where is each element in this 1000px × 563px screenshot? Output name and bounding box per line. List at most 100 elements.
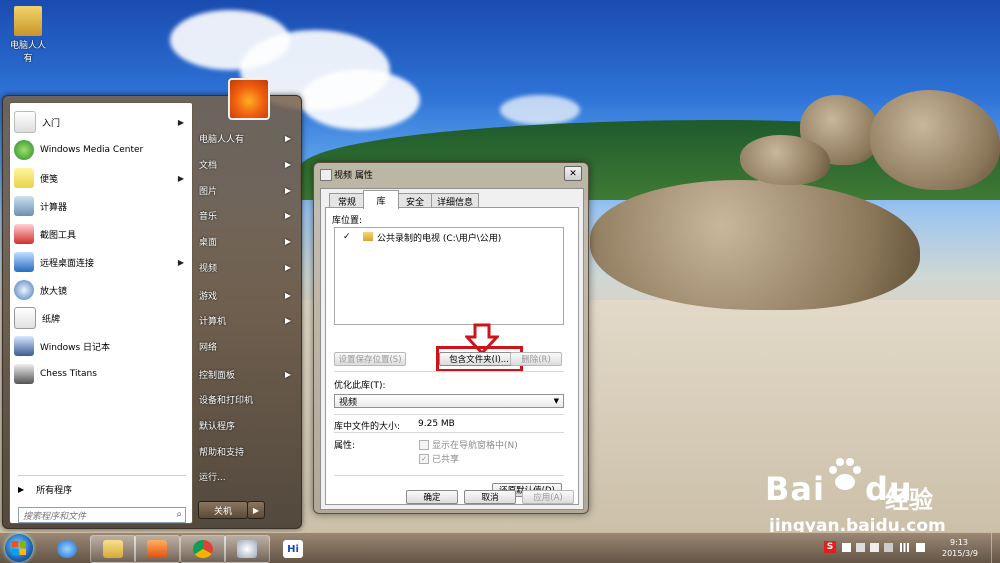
sm-item-label: 计算器 [40, 202, 68, 213]
folder-icon [363, 232, 373, 241]
sm-item-journal[interactable]: Windows 日记本 [14, 333, 188, 359]
library-size-label: 库中文件的大小: [334, 422, 401, 432]
sm-item-media-center[interactable]: Windows Media Center [14, 137, 188, 163]
shared-checkbox[interactable]: ✓ [419, 454, 429, 464]
divider [334, 432, 564, 433]
library-locations-list[interactable]: ✓ 公共录制的电视 (C:\用户\公用) [334, 227, 564, 355]
taskbar-chrome[interactable] [180, 535, 226, 563]
sm-right-label: 音乐 [199, 211, 218, 222]
sm-item-magnifier[interactable]: 放大镜 [14, 277, 188, 303]
submenu-arrow-icon: ▶ [177, 173, 184, 183]
tab-details[interactable]: 详细信息 [431, 193, 479, 208]
tab-general[interactable]: 常规 [329, 193, 365, 208]
sm-item-label: 远程桌面连接 [40, 258, 95, 269]
search-input[interactable]: 搜索程序和文件 ⌕ [18, 507, 186, 523]
hi-app-icon: Hi [283, 540, 303, 558]
show-in-nav-label: 显示在导航窗格中(N) [432, 441, 518, 451]
sm-item-chess-titans[interactable]: Chess Titans [14, 361, 188, 387]
desktop-icon-label: 电脑人人有 [9, 41, 46, 64]
sm-item-calculator[interactable]: 计算器 [14, 193, 188, 219]
sm-item-label: 截图工具 [40, 230, 77, 241]
sm-right-run[interactable]: 运行... [199, 464, 299, 488]
clock-time[interactable]: 9:13 [950, 538, 968, 547]
journal-icon [14, 336, 34, 356]
cancel-button[interactable]: 取消 [464, 490, 516, 504]
volume-icon[interactable] [916, 543, 925, 552]
shutdown-options-button[interactable]: ▶ [247, 501, 265, 519]
sm-right-control-panel[interactable]: 控制面板 ▶ [199, 362, 299, 386]
sm-right-help-support[interactable]: 帮助和支持 [199, 439, 299, 463]
sm-right-label: 游戏 [199, 291, 218, 302]
sticky-notes-icon [14, 168, 34, 188]
sogou-input-icon[interactable]: S [824, 541, 836, 553]
start-button[interactable] [5, 534, 33, 562]
start-menu: 入门 ▶ Windows Media Center 便笺 ▶ 计算器 截图工具 … [2, 78, 302, 529]
network-signal-icon[interactable] [900, 543, 909, 552]
tray-icon[interactable] [870, 543, 879, 552]
sm-right-desktop[interactable]: 桌面 ▶ [199, 229, 299, 253]
optimize-label: 优化此库(T): [334, 381, 386, 391]
taskbar-hi-app[interactable]: Hi [270, 535, 316, 563]
submenu-arrow-icon: ▶ [284, 133, 291, 143]
sm-right-computer[interactable]: 计算机 ▶ [199, 308, 299, 332]
taskbar-internet-explorer[interactable] [44, 535, 90, 563]
sm-right-devices-printers[interactable]: 设备和打印机 [199, 387, 299, 411]
sm-right-label: 运行... [199, 472, 226, 483]
taskbar-explorer[interactable] [90, 535, 136, 563]
sm-all-programs[interactable]: ▶ 所有程序 [14, 479, 188, 499]
sm-right-label: 控制面板 [199, 370, 236, 381]
sm-item-getting-started[interactable]: 入门 ▶ [14, 109, 188, 135]
divider [334, 414, 564, 415]
flag-icon[interactable] [884, 543, 893, 552]
sm-item-remote-desktop[interactable]: 远程桌面连接 ▶ [14, 249, 188, 275]
sm-right-label: 设备和打印机 [199, 395, 254, 406]
sm-right-videos[interactable]: 视频 ▶ [199, 255, 299, 279]
optimize-library-select[interactable]: 视频 ▼ [334, 394, 564, 408]
solitaire-icon [14, 307, 36, 329]
sm-right-user-folder[interactable]: 电脑人人有 ▶ [199, 126, 299, 150]
show-desktop-button[interactable] [991, 533, 1000, 563]
sm-item-label: 纸牌 [42, 314, 61, 325]
sm-item-sticky-notes[interactable]: 便笺 ▶ [14, 165, 188, 191]
taskbar-media-player[interactable] [134, 535, 180, 563]
desktop-icon-computer-user[interactable]: 电脑人人有 [6, 6, 50, 64]
divider [334, 475, 564, 476]
taskbar-paint[interactable] [224, 535, 270, 563]
sm-right-label: 视频 [199, 263, 218, 274]
sm-right-music[interactable]: 音乐 ▶ [199, 203, 299, 227]
clock-date[interactable]: 2015/3/9 [942, 549, 978, 558]
remove-button[interactable]: 删除(R) [510, 352, 562, 366]
submenu-arrow-icon: ▶ [177, 257, 184, 267]
sm-right-games[interactable]: 游戏 ▶ [199, 283, 299, 307]
sm-item-label: 便笺 [40, 174, 59, 185]
tab-library[interactable]: 库 [363, 190, 399, 209]
magnifier-icon [14, 280, 34, 300]
tab-security[interactable]: 安全 [397, 193, 433, 208]
sm-right-default-programs[interactable]: 默认程序 [199, 413, 299, 437]
sm-right-label: 桌面 [199, 237, 218, 248]
sm-item-snipping-tool[interactable]: 截图工具 [14, 221, 188, 247]
apply-button[interactable]: 应用(A) [522, 490, 574, 504]
submenu-arrow-icon: ▶ [284, 185, 291, 195]
sm-right-pictures[interactable]: 图片 ▶ [199, 178, 299, 202]
set-save-location-button[interactable]: 设置保存位置(S) [334, 352, 406, 366]
chevron-down-icon: ▼ [553, 397, 559, 405]
close-button[interactable]: ✕ [564, 166, 582, 181]
shutdown-button[interactable]: 关机 [198, 501, 248, 519]
sm-right-network[interactable]: 网络 [199, 334, 299, 358]
show-in-nav-checkbox[interactable] [419, 440, 429, 450]
sm-right-label: 默认程序 [199, 421, 236, 432]
library-location-entry[interactable]: 公共录制的电视 (C:\用户\公用) [377, 231, 501, 244]
tray-icon[interactable] [856, 543, 865, 552]
sm-right-documents[interactable]: 文档 ▶ [199, 152, 299, 176]
start-menu-programs-pane: 入门 ▶ Windows Media Center 便笺 ▶ 计算器 截图工具 … [9, 102, 193, 524]
sm-item-solitaire[interactable]: 纸牌 [14, 305, 188, 331]
user-avatar-icon[interactable] [228, 78, 270, 120]
all-programs-label: 所有程序 [36, 485, 73, 496]
submenu-arrow-icon: ▶ [284, 210, 291, 220]
ok-button[interactable]: 确定 [406, 490, 458, 504]
window-icon [320, 169, 332, 181]
tray-icon[interactable] [842, 543, 851, 552]
taskbar: Hi S 9:13 2015/3/9 [0, 532, 1000, 563]
submenu-arrow-icon: ▶ [284, 369, 291, 379]
